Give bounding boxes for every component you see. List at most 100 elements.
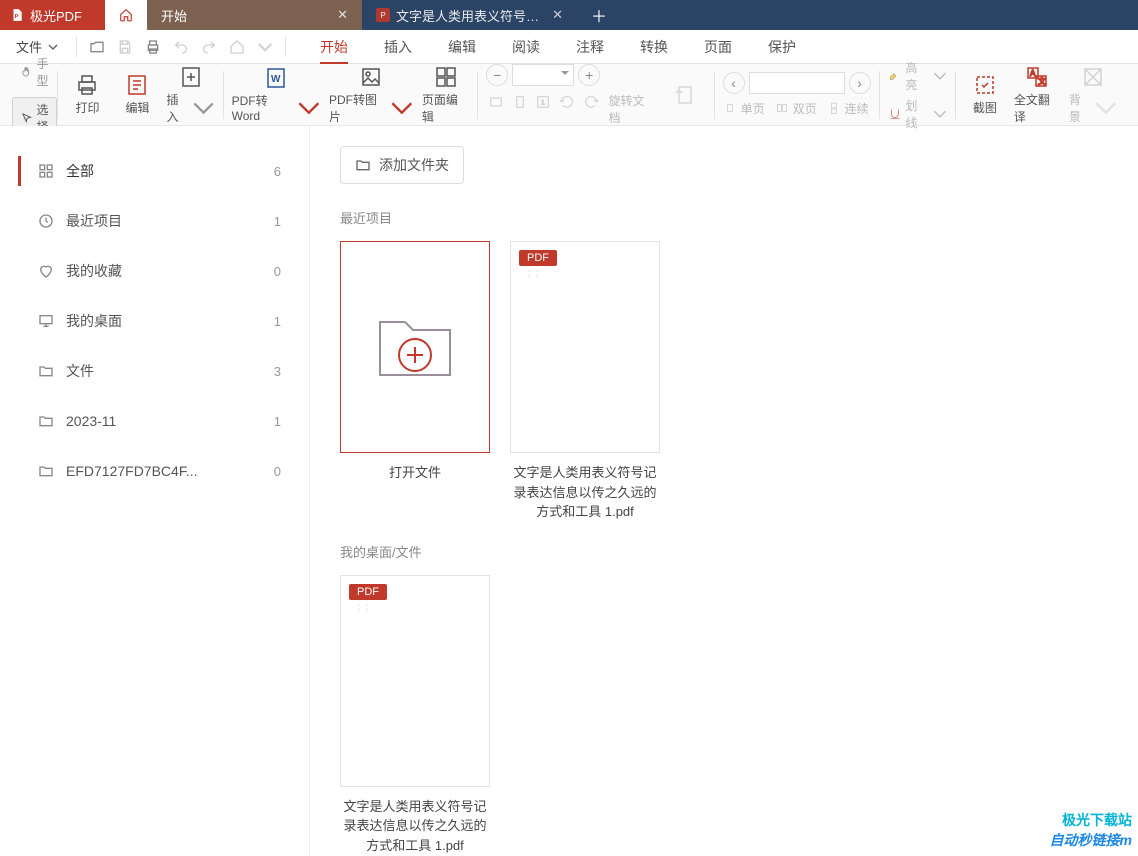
- pdf-badge: PDF: [349, 584, 387, 600]
- tab-document-label: 文字是人类用表义符号记录...: [396, 6, 544, 25]
- tab-document[interactable]: P 文字是人类用表义符号记录... ✕: [362, 0, 577, 30]
- rotate-icon: [673, 83, 697, 107]
- rotate-right-icon[interactable]: [581, 92, 601, 112]
- sidebar-item-desktop[interactable]: 我的桌面 1: [0, 296, 309, 346]
- hand-mode[interactable]: 手型: [12, 51, 57, 93]
- single-page-mode[interactable]: 单页: [723, 100, 765, 117]
- undo-icon[interactable]: [167, 33, 195, 61]
- sidebar-item-month[interactable]: 2023-11 1: [0, 396, 309, 446]
- svg-text:文: 文: [1038, 76, 1046, 86]
- fit-width-icon[interactable]: [486, 92, 506, 112]
- menu-tab-page[interactable]: 页面: [686, 30, 750, 64]
- print-tool[interactable]: 打印: [66, 73, 108, 116]
- rotate-doc-label: 旋转文档: [608, 92, 655, 126]
- chevron-down-icon: [297, 96, 321, 120]
- file-card[interactable]: PDF ⋮⋮ 文字是人类用表义符号记录表达信息以传之久远的方式和工具 1.pdf: [340, 575, 490, 856]
- heart-icon: [38, 263, 54, 279]
- menu-tab-insert[interactable]: 插入: [366, 30, 430, 64]
- continuous-mode[interactable]: 连续: [827, 100, 869, 117]
- next-page-button[interactable]: ›: [849, 72, 871, 94]
- hand-icon: [21, 66, 32, 77]
- screenshot-tool[interactable]: 截图: [964, 73, 1006, 116]
- sidebar-item-files[interactable]: 文件 3: [0, 346, 309, 396]
- translate-tool[interactable]: A文 全文翻译: [1014, 65, 1061, 125]
- clock-icon: [38, 213, 54, 229]
- svg-text:P: P: [15, 14, 19, 20]
- print-icon[interactable]: [139, 33, 167, 61]
- page-edit-tool[interactable]: 页面编辑: [422, 65, 469, 125]
- chevron-down-icon: [192, 96, 215, 120]
- file-card[interactable]: PDF ⋮⋮ 文字是人类用表义符号记录表达信息以传之久远的方式和工具 1.pdf: [510, 241, 660, 522]
- chevron-down-icon: [390, 96, 414, 120]
- menu-tab-annotate[interactable]: 注释: [558, 30, 622, 64]
- chevron-down-icon: [1094, 96, 1118, 120]
- tab-start-label: 开始: [161, 6, 187, 25]
- page-input[interactable]: [749, 72, 845, 94]
- main: 全部 6 最近项目 1 我的收藏 0 我的桌面 1 文件 3 2023-11 1…: [0, 126, 1138, 856]
- background-tool[interactable]: 背景: [1069, 65, 1118, 125]
- zoom-in-button[interactable]: +: [578, 64, 600, 86]
- section-desktop-title: 我的桌面/文件: [340, 542, 1108, 561]
- save-icon[interactable]: [111, 33, 139, 61]
- open-icon[interactable]: [83, 33, 111, 61]
- recent-file-grid: 打开文件 PDF ⋮⋮ 文字是人类用表义符号记录表达信息以传之久远的方式和工具 …: [340, 241, 1108, 522]
- pdf-to-word-tool[interactable]: W PDF转Word: [232, 66, 321, 123]
- rotate-doc-tool[interactable]: [664, 83, 706, 107]
- sidebar-item-recent[interactable]: 最近项目 1: [0, 196, 309, 246]
- app-logo: P 极光PDF: [0, 0, 105, 30]
- tab-start[interactable]: 开始 ✕: [147, 0, 362, 30]
- separator: [76, 37, 77, 57]
- zoom-input[interactable]: [512, 64, 574, 86]
- sidebar-item-favorites[interactable]: 我的收藏 0: [0, 246, 309, 296]
- menu-tab-edit[interactable]: 编辑: [430, 30, 494, 64]
- open-file-card[interactable]: 打开文件: [340, 241, 490, 522]
- background-icon: [1081, 65, 1105, 89]
- translate-icon: A文: [1025, 65, 1049, 89]
- zoom-control: − + 1 旋转文档: [486, 64, 655, 126]
- sidebar-item-hash[interactable]: EFD7127FD7BC4F... 0: [0, 446, 309, 496]
- pdf-badge: PDF: [519, 250, 557, 266]
- chevron-down-small-icon[interactable]: [251, 33, 279, 61]
- grid-icon: [38, 163, 54, 179]
- highlight-tool[interactable]: 高亮: [888, 59, 947, 93]
- zoom-out-button[interactable]: −: [486, 64, 508, 86]
- actual-size-icon[interactable]: 1: [534, 92, 554, 112]
- menu-tab-read[interactable]: 阅读: [494, 30, 558, 64]
- monitor-icon: [38, 313, 54, 329]
- tab-document-close[interactable]: ✕: [552, 7, 563, 23]
- chevron-down-icon: [933, 69, 947, 83]
- folder-add-icon: [370, 307, 460, 387]
- menu-tabs: 开始 插入 编辑 阅读 注释 转换 页面 保护: [302, 30, 814, 64]
- tab-add[interactable]: ＋: [577, 0, 621, 30]
- redo-icon[interactable]: [195, 33, 223, 61]
- pdf-to-image-tool[interactable]: PDF转图片: [329, 65, 414, 125]
- sidebar-item-all[interactable]: 全部 6: [0, 146, 309, 196]
- file-menu-bar: 文件 开始 插入 编辑 阅读 注释 转换 页面 保护: [0, 30, 1138, 64]
- insert-tool[interactable]: 插入: [166, 65, 214, 125]
- edit-icon: [125, 73, 149, 97]
- svg-text:1: 1: [541, 99, 545, 106]
- word-icon: W: [264, 66, 288, 90]
- fit-page-icon[interactable]: [510, 92, 530, 112]
- file-name: 文字是人类用表义符号记录表达信息以传之久远的方式和工具 1.pdf: [340, 797, 490, 856]
- print-icon: [75, 73, 99, 97]
- rotate-left-icon[interactable]: [557, 92, 577, 112]
- tab-start-close[interactable]: ✕: [337, 7, 348, 23]
- insert-icon: [179, 65, 203, 89]
- add-folder-button[interactable]: 添加文件夹: [340, 146, 464, 184]
- prev-page-button[interactable]: ‹: [723, 72, 745, 94]
- tab-home[interactable]: [105, 0, 147, 30]
- separator: [285, 37, 286, 57]
- cursor-icon: [21, 112, 32, 123]
- home-small-icon[interactable]: [223, 33, 251, 61]
- double-page-mode[interactable]: 双页: [775, 100, 817, 117]
- menu-tab-start[interactable]: 开始: [302, 30, 366, 64]
- folder-icon: [38, 413, 54, 429]
- menu-tab-convert[interactable]: 转换: [622, 30, 686, 64]
- plus-icon: ＋: [591, 3, 607, 27]
- sidebar: 全部 6 最近项目 1 我的收藏 0 我的桌面 1 文件 3 2023-11 1…: [0, 126, 310, 856]
- desktop-file-grid: PDF ⋮⋮ 文字是人类用表义符号记录表达信息以传之久远的方式和工具 1.pdf: [340, 575, 1108, 856]
- menu-tab-protect[interactable]: 保护: [750, 30, 814, 64]
- page-grid-icon: [434, 65, 458, 89]
- edit-tool[interactable]: 编辑: [116, 73, 158, 116]
